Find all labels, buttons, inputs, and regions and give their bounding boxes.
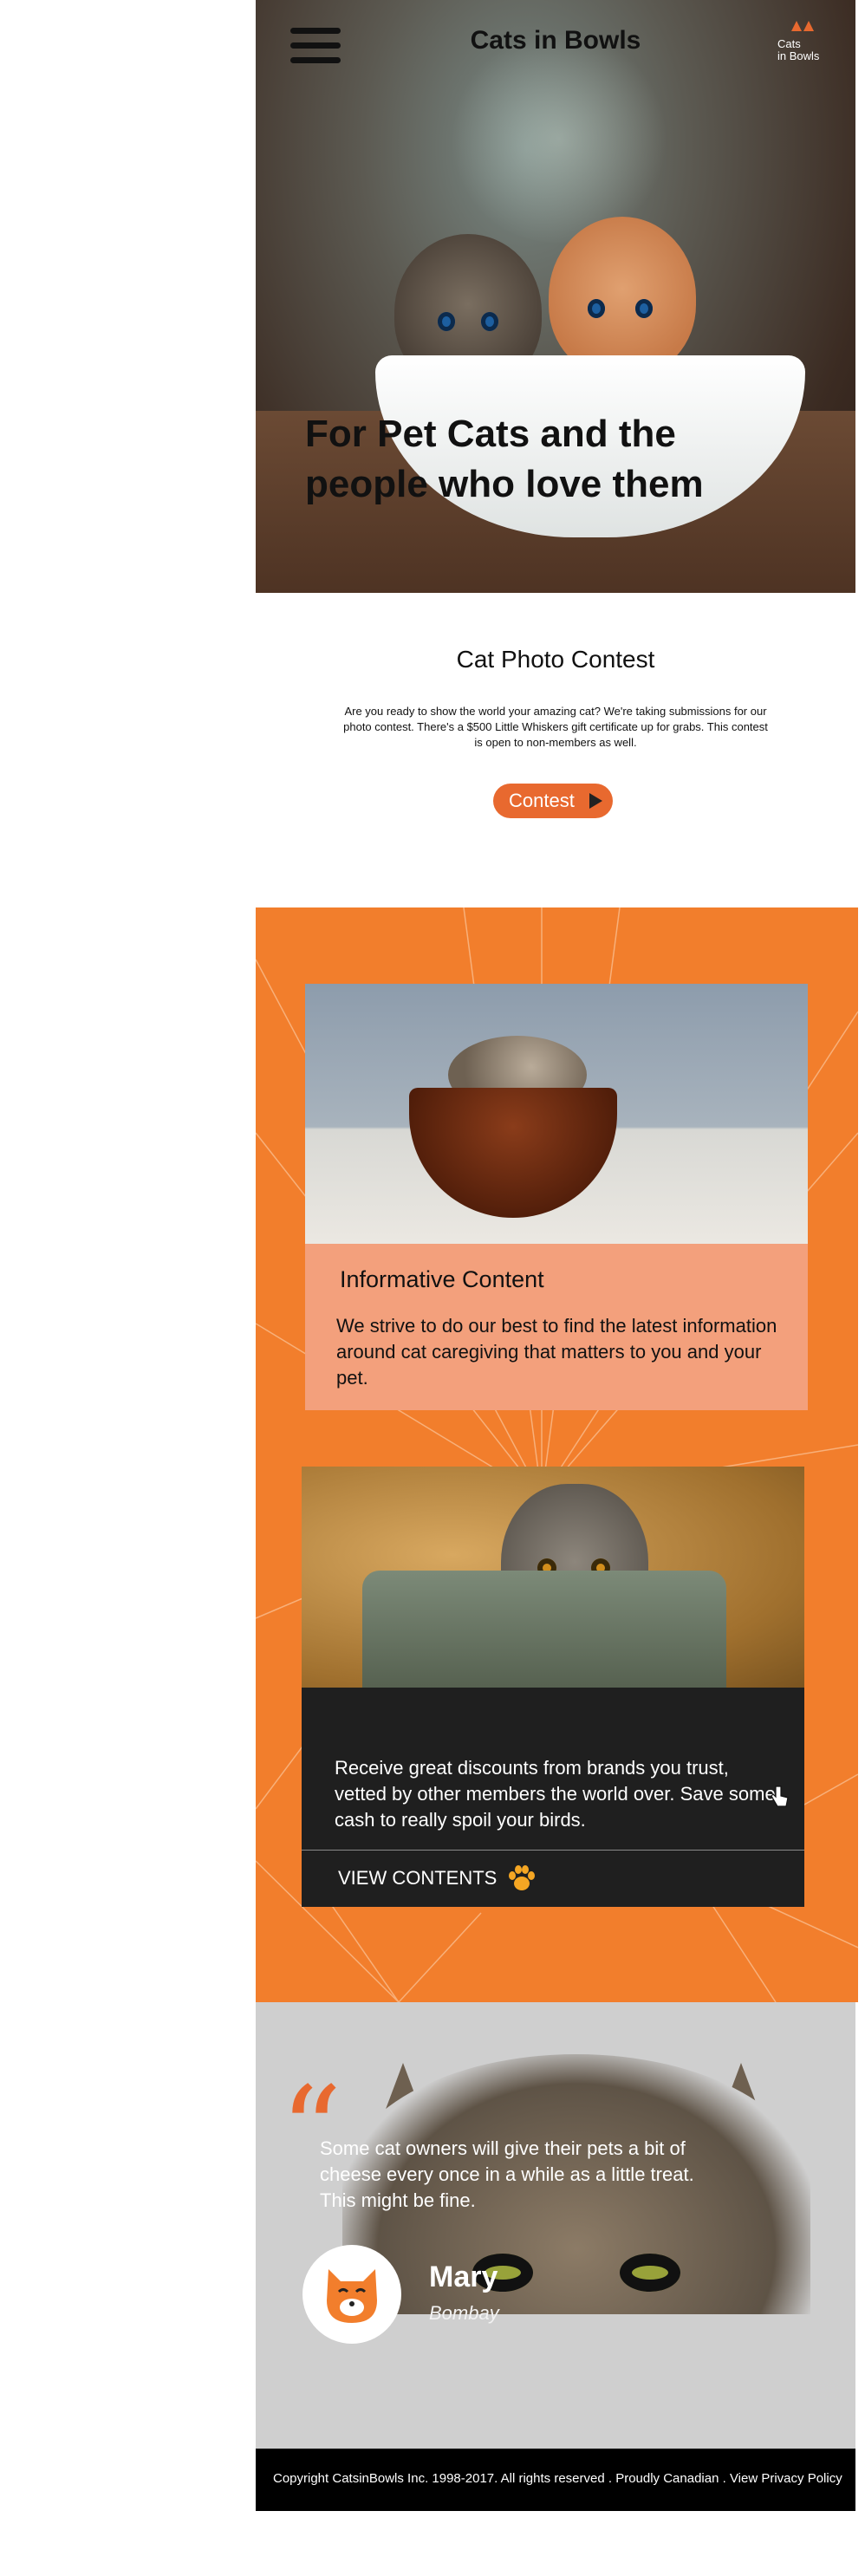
- site-logo[interactable]: Cats in Bowls: [769, 21, 836, 69]
- footer: Copyright CatsinBowls Inc. 1998-2017. Al…: [256, 2449, 855, 2511]
- kitten-image: [549, 217, 696, 377]
- contest-description: Are you ready to show the world your ama…: [343, 705, 768, 749]
- discount-card[interactable]: Receive great discounts from brands you …: [302, 1467, 804, 1907]
- info-card[interactable]: Informative Content We strive to do our …: [305, 984, 808, 1410]
- footer-text[interactable]: Copyright CatsinBowls Inc. 1998-2017. Al…: [273, 2471, 842, 2486]
- view-contents-link[interactable]: VIEW CONTENTS: [302, 1851, 804, 1907]
- card-text: We strive to do our best to find the lat…: [336, 1315, 777, 1389]
- features-section: Informative Content We strive to do our …: [256, 907, 858, 2002]
- kitten-in-wooden-bowl-image: [305, 984, 808, 1244]
- hero-banner: Cats in Bowls Cats in Bowls For Pet Cats …: [256, 0, 855, 593]
- testimonial-breed: Bombay: [429, 2302, 499, 2324]
- contest-button[interactable]: Contest: [493, 784, 613, 818]
- testimonial-name: Mary: [429, 2261, 498, 2293]
- hero-headline: For Pet Cats and the people who love the…: [305, 413, 704, 505]
- cat-in-bag-image: [302, 1467, 804, 1688]
- avatar: [302, 2245, 401, 2344]
- card-text: Receive great discounts from brands you …: [335, 1757, 776, 1831]
- testimonial-section: “ Some cat owners will give their pets a…: [256, 2002, 855, 2453]
- site-title: Cats in Bowls: [470, 26, 641, 55]
- view-contents-label: VIEW CONTENTS: [338, 1867, 498, 1889]
- testimonial-quote: Some cat owners will give their pets a b…: [320, 2137, 694, 2211]
- paw-icon: [509, 1865, 535, 1890]
- hand-cursor-icon: [771, 1786, 789, 1807]
- contest-button-label: Contest: [509, 790, 575, 811]
- cat-avatar-icon: [327, 2269, 377, 2323]
- contest-title: Cat Photo Contest: [456, 646, 655, 673]
- play-icon: [589, 793, 602, 809]
- card-title: Informative Content: [340, 1266, 544, 1292]
